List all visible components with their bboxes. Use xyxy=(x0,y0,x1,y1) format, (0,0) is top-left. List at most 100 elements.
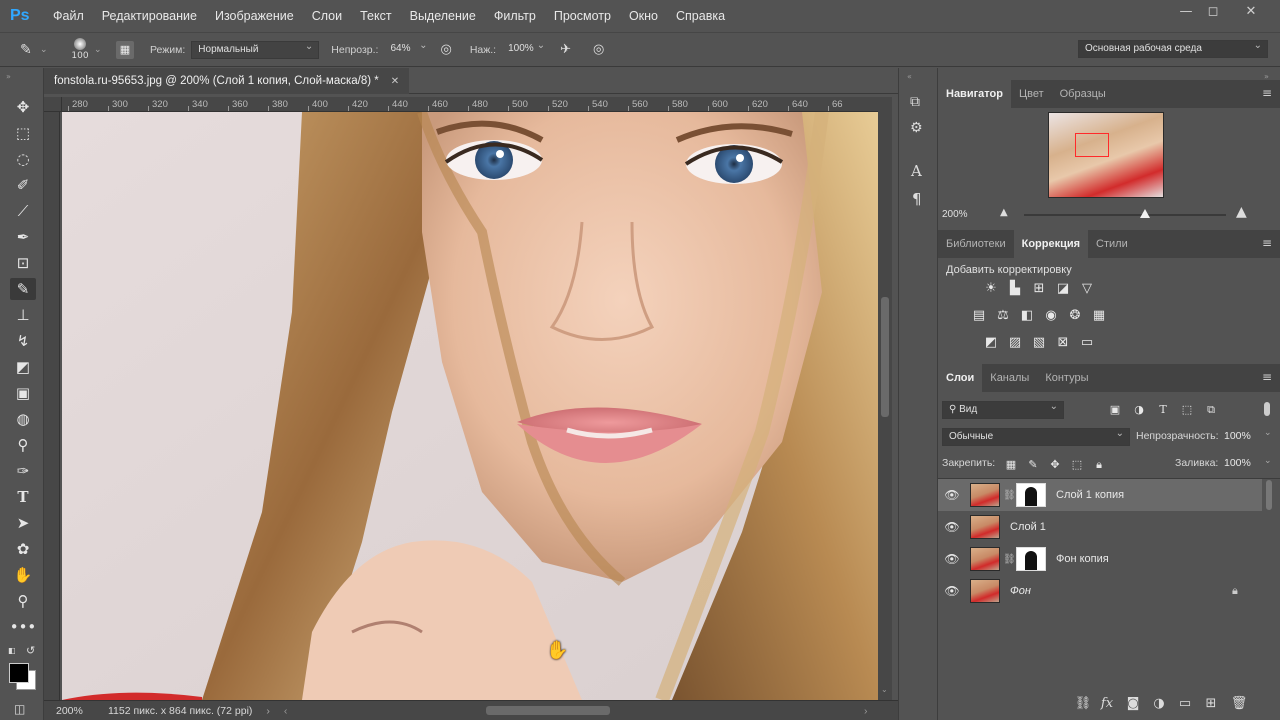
tab-channels[interactable]: Каналы xyxy=(982,364,1037,392)
layer-mask-thumbnail[interactable] xyxy=(1016,483,1046,507)
character-panel-icon[interactable]: A xyxy=(911,162,922,180)
pressure-input[interactable]: 100% xyxy=(502,38,550,59)
color-lookup-icon[interactable]: ▦ xyxy=(1090,308,1108,324)
tab-color[interactable]: Цвет xyxy=(1011,80,1052,108)
black-white-icon[interactable]: ◧ xyxy=(1018,308,1036,324)
levels-icon[interactable]: ▙ xyxy=(1006,281,1024,297)
layer-row-sloy1-kopiya[interactable]: 👁︎ ⛓︎ Слой 1 копия xyxy=(938,479,1262,511)
zoom-in-icon[interactable]: ▲ xyxy=(1236,204,1247,220)
filter-adjustment-icon[interactable]: ◑ xyxy=(1130,402,1148,418)
eraser-tool-icon[interactable]: ◩ xyxy=(10,356,36,378)
zoom-level[interactable]: 200% xyxy=(56,705,106,717)
blend-mode-select[interactable]: Нормальный xyxy=(191,39,320,59)
hand-tool-icon[interactable]: ✋ xyxy=(10,564,36,586)
lasso-tool-icon[interactable]: ◌ xyxy=(10,148,36,170)
add-mask-icon[interactable]: ◙ xyxy=(1124,696,1142,714)
menu-filter[interactable]: Фильтр xyxy=(485,0,545,32)
tab-libraries[interactable]: Библиотеки xyxy=(938,230,1014,258)
tab-swatches[interactable]: Образцы xyxy=(1052,80,1114,108)
close-window-button[interactable]: ✕ xyxy=(1235,2,1267,22)
scroll-right-icon[interactable]: › xyxy=(864,705,868,717)
filter-type-icon[interactable]: T xyxy=(1154,402,1172,418)
quick-select-tool-icon[interactable]: ✐ xyxy=(10,174,36,196)
scroll-down-icon[interactable]: ⌄ xyxy=(881,685,888,694)
chevron-down-icon[interactable]: ⌄ xyxy=(94,45,104,55)
type-tool-icon[interactable]: T xyxy=(10,486,36,508)
airbrush-icon[interactable]: ✈ xyxy=(560,42,571,57)
menu-select[interactable]: Выделение xyxy=(401,0,485,32)
delete-layer-icon[interactable]: 🗑︎ xyxy=(1230,696,1248,714)
layer-row-sloy1[interactable]: 👁︎ Слой 1 xyxy=(938,511,1262,543)
layer-style-fx-icon[interactable]: fx xyxy=(1098,696,1116,714)
brush-size-picker[interactable]: 100 xyxy=(66,38,94,61)
menu-text[interactable]: Текст xyxy=(351,0,400,32)
maximize-button[interactable]: ◻ xyxy=(1197,2,1229,22)
pressure-size-icon[interactable]: ◎ xyxy=(593,42,604,57)
panel-menu-icon[interactable]: ≡ xyxy=(1262,370,1272,384)
filter-pixel-icon[interactable]: ▣ xyxy=(1106,402,1124,418)
filter-smart-object-icon[interactable]: ⧉ xyxy=(1202,402,1220,418)
path-selection-tool-icon[interactable]: ➤ xyxy=(10,512,36,534)
navigator-view-box[interactable] xyxy=(1075,133,1109,157)
gradient-map-icon[interactable]: ▭ xyxy=(1078,335,1096,351)
foreground-color-swatch[interactable] xyxy=(9,663,29,683)
default-colors-icon[interactable]: ◧ xyxy=(8,646,18,656)
layer-blend-mode-select[interactable]: Обычные xyxy=(942,426,1130,446)
tab-navigator[interactable]: Навигатор xyxy=(938,80,1011,108)
clone-stamp-tool-icon[interactable]: ⊥ xyxy=(10,304,36,326)
chevron-down-icon[interactable]: ⌄ xyxy=(1264,428,1272,438)
history-panel-icon[interactable]: ⧉ xyxy=(910,94,920,110)
zoom-out-icon[interactable]: ▲ xyxy=(1000,207,1008,218)
chevron-down-icon[interactable]: ⌄ xyxy=(1264,456,1272,466)
link-layers-icon[interactable]: ⛓︎ xyxy=(1074,696,1092,714)
paragraph-panel-icon[interactable]: ¶ xyxy=(912,190,922,208)
history-brush-tool-icon[interactable]: ↯ xyxy=(10,330,36,352)
lock-artboard-icon[interactable]: ⬚ xyxy=(1068,457,1086,473)
threshold-icon[interactable]: ▧ xyxy=(1030,335,1048,351)
menu-help[interactable]: Справка xyxy=(667,0,734,32)
lock-all-icon[interactable]: 🔒︎ xyxy=(1090,457,1108,473)
scroll-left-icon[interactable]: ‹ xyxy=(284,705,288,717)
filter-shape-icon[interactable]: ⬚ xyxy=(1178,402,1196,418)
close-document-icon[interactable]: ✕ xyxy=(391,76,399,87)
more-tools-icon[interactable]: ••• xyxy=(10,616,37,638)
new-adjustment-layer-icon[interactable]: ◑ xyxy=(1150,696,1168,714)
photo-filter-icon[interactable]: ◉ xyxy=(1042,308,1060,324)
visibility-eye-icon[interactable]: 👁︎ xyxy=(938,552,966,566)
actions-panel-icon[interactable]: ⚙ xyxy=(910,120,923,136)
visibility-eye-icon[interactable]: 👁︎ xyxy=(938,488,966,502)
mask-link-icon[interactable]: ⛓︎ xyxy=(1003,554,1016,565)
posterize-icon[interactable]: ▨ xyxy=(1006,335,1024,351)
hue-saturation-icon[interactable]: ▤ xyxy=(970,308,988,324)
zoom-slider-handle[interactable] xyxy=(1140,209,1150,218)
navigator-thumbnail[interactable] xyxy=(1048,112,1164,198)
pen-tool-icon[interactable]: ✑ xyxy=(10,460,36,482)
layer-mask-thumbnail[interactable] xyxy=(1016,547,1046,571)
new-group-icon[interactable]: ▭ xyxy=(1176,696,1194,714)
chevron-down-icon[interactable]: ⌄ xyxy=(40,45,50,55)
vertical-scroll-thumb[interactable] xyxy=(881,297,889,417)
status-menu-arrow-icon[interactable]: › xyxy=(266,705,270,717)
blur-tool-icon[interactable]: ◍ xyxy=(10,408,36,430)
dodge-tool-icon[interactable]: ⚲ xyxy=(10,434,36,456)
crop-tool-icon[interactable]: ⟋ xyxy=(10,200,36,222)
gradient-tool-icon[interactable]: ▣ xyxy=(10,382,36,404)
visibility-eye-icon[interactable]: 👁︎ xyxy=(938,520,966,534)
invert-icon[interactable]: ◩ xyxy=(982,335,1000,351)
collapse-arrow-icon[interactable]: » xyxy=(6,72,11,81)
eyedropper-tool-icon[interactable]: ✒ xyxy=(10,226,36,248)
shape-tool-icon[interactable]: ✿ xyxy=(10,538,36,560)
collapse-arrow-icon[interactable]: « xyxy=(907,72,912,81)
filter-toggle[interactable] xyxy=(1264,402,1270,416)
exposure-icon[interactable]: ◪ xyxy=(1054,281,1072,297)
pressure-opacity-icon[interactable]: ◎ xyxy=(440,42,451,57)
color-balance-icon[interactable]: ⚖ xyxy=(994,308,1012,324)
vertical-scrollbar[interactable]: ⌄ xyxy=(878,97,892,700)
quick-mask-icon[interactable]: ◫ xyxy=(14,702,25,716)
menu-image[interactable]: Изображение xyxy=(206,0,303,32)
menu-edit[interactable]: Редактирование xyxy=(93,0,206,32)
swap-colors-icon[interactable]: ↺ xyxy=(26,644,35,657)
panel-menu-icon[interactable]: ≡ xyxy=(1262,86,1272,100)
lock-pixels-icon[interactable]: ✎ xyxy=(1024,457,1042,473)
menu-window[interactable]: Окно xyxy=(620,0,667,32)
